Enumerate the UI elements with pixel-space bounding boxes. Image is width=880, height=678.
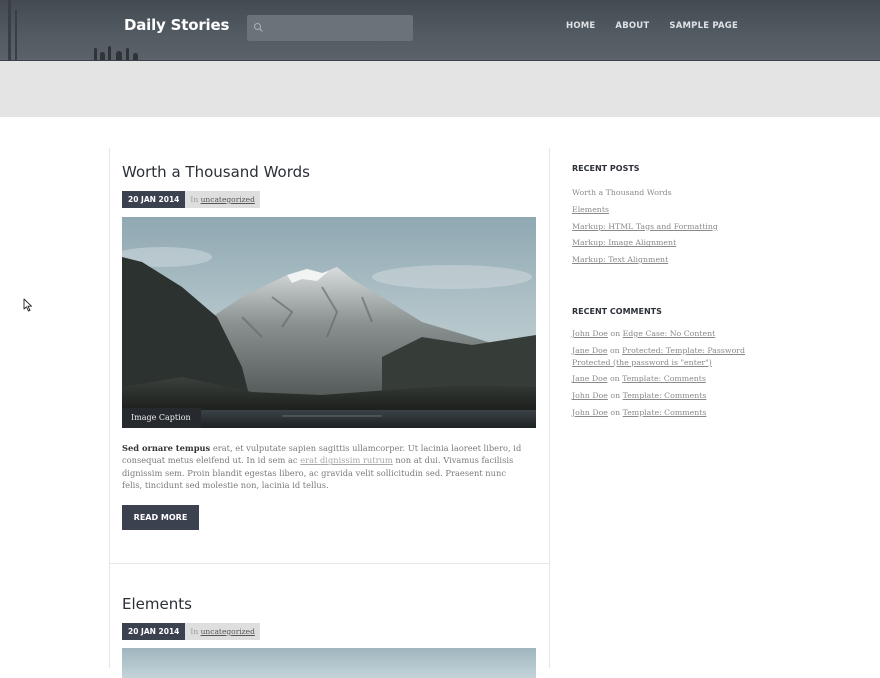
list-item: Markup: Text Alignment xyxy=(572,252,718,269)
search-input[interactable] xyxy=(267,15,407,41)
comment-post-link[interactable]: Template: Comments xyxy=(622,374,706,383)
palm-tree-silhouette xyxy=(92,44,142,60)
category-prefix: In xyxy=(190,627,199,636)
nav-sample-page[interactable]: SAMPLE PAGE xyxy=(669,21,738,31)
post-category: In uncategorized xyxy=(185,191,260,208)
list-item: Elements xyxy=(572,202,718,219)
recent-comments-list: John Doe on Edge Case: No Content Jane D… xyxy=(572,328,745,424)
recent-post-link[interactable]: Elements xyxy=(572,205,609,214)
comment-connector: on xyxy=(610,391,621,401)
comment-post-link[interactable]: Template: Comments xyxy=(623,408,707,417)
recent-post-link[interactable]: Markup: HTML Tags and Formatting xyxy=(572,222,718,231)
post-title[interactable]: Worth a Thousand Words xyxy=(122,163,310,181)
recent-post-link[interactable]: Markup: Image Alignment xyxy=(572,238,676,247)
page-banner-band xyxy=(0,61,880,117)
list-item: John Doe on Edge Case: No Content xyxy=(572,328,745,340)
comment-author-link[interactable]: John Doe xyxy=(572,391,608,400)
list-item: Worth a Thousand Words xyxy=(572,185,718,202)
list-item: Jane Doe on Protected: Template: Passwor… xyxy=(572,345,745,369)
category-prefix: In xyxy=(190,195,199,204)
nav-home[interactable]: HOME xyxy=(566,21,595,31)
list-item: Markup: HTML Tags and Formatting xyxy=(572,219,718,236)
comment-connector: on xyxy=(609,345,620,355)
featured-image[interactable]: Image Caption xyxy=(122,217,536,428)
comment-author-link[interactable]: Jane Doe xyxy=(572,346,607,355)
site-header: Daily Stories HOME ABOUT SAMPLE PAGE xyxy=(0,0,880,61)
palm-tree-trunk xyxy=(8,0,11,60)
comment-connector: on xyxy=(610,407,621,417)
comment-connector: on xyxy=(610,329,621,338)
mouse-cursor-icon xyxy=(23,298,32,312)
excerpt-link[interactable]: erat dignissim rutrum xyxy=(300,455,393,465)
post-date: 20 JAN 2014 xyxy=(122,623,186,640)
recent-post-link[interactable]: Worth a Thousand Words xyxy=(572,188,672,197)
comment-post-link[interactable]: Edge Case: No Content xyxy=(623,329,716,338)
read-more-button[interactable]: READ MORE xyxy=(122,505,199,530)
comment-post-link[interactable]: Protected: Template: Password xyxy=(622,346,745,355)
image-caption: Image Caption xyxy=(122,408,201,428)
category-link[interactable]: uncategorized xyxy=(201,627,255,636)
comment-post-link[interactable]: Protected (the password is "enter") xyxy=(572,358,712,367)
recent-comments-title: RECENT COMMENTS xyxy=(572,307,662,316)
search-icon xyxy=(253,22,263,32)
post-category: In uncategorized xyxy=(185,623,260,640)
post-meta: 20 JAN 2014 In uncategorized xyxy=(122,623,260,640)
post-date: 20 JAN 2014 xyxy=(122,191,186,208)
mountain-landscape-image xyxy=(122,217,536,428)
recent-posts-list: Worth a Thousand Words Elements Markup: … xyxy=(572,185,718,269)
post-title[interactable]: Elements xyxy=(122,595,192,613)
comment-author-link[interactable]: Jane Doe xyxy=(572,374,607,383)
comment-post-link[interactable]: Template: Comments xyxy=(623,391,707,400)
post-divider xyxy=(110,563,549,564)
list-item: Markup: Image Alignment xyxy=(572,235,718,252)
excerpt-lead: Sed ornare tempus xyxy=(122,443,211,453)
main-nav: HOME ABOUT SAMPLE PAGE xyxy=(566,21,738,31)
search-box[interactable] xyxy=(247,15,413,41)
recent-post-link[interactable]: Markup: Text Alignment xyxy=(572,255,668,264)
comment-author-link[interactable]: John Doe xyxy=(572,408,608,417)
post-excerpt: Sed ornare tempus erat, et vulputate sap… xyxy=(122,442,526,491)
site-title[interactable]: Daily Stories xyxy=(124,16,229,34)
comment-connector: on xyxy=(609,374,620,384)
palm-tree-trunk xyxy=(15,10,17,60)
comment-author-link[interactable]: John Doe xyxy=(572,329,608,338)
category-link[interactable]: uncategorized xyxy=(201,195,255,204)
list-item: Jane Doe on Template: Comments xyxy=(572,373,745,385)
list-item: John Doe on Template: Comments xyxy=(572,407,745,419)
recent-posts-title: RECENT POSTS xyxy=(572,164,640,173)
nav-about[interactable]: ABOUT xyxy=(615,21,649,31)
main-content: Worth a Thousand Words 20 JAN 2014 In un… xyxy=(109,148,550,678)
post-meta: 20 JAN 2014 In uncategorized xyxy=(122,191,260,208)
list-item: John Doe on Template: Comments xyxy=(572,390,745,402)
featured-image[interactable] xyxy=(122,648,536,678)
